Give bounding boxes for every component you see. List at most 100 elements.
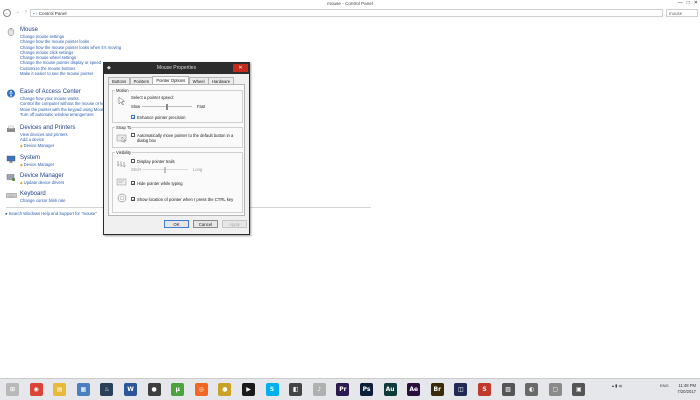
ease-of-access-icon <box>7 89 15 98</box>
cancel-button[interactable]: Cancel <box>193 220 218 228</box>
pointer-speed-thumb[interactable] <box>165 103 169 110</box>
start-icon[interactable]: ⊞ <box>6 383 19 396</box>
pointer-trails-checkbox[interactable] <box>131 159 135 163</box>
section-title[interactable]: Mouse <box>20 27 38 33</box>
ok-button[interactable]: OK <box>164 220 189 228</box>
section-title[interactable]: Devices and Printers <box>20 125 75 131</box>
app6-icon[interactable]: ▧ <box>501 383 515 396</box>
date: 7/20/2017 <box>677 389 696 394</box>
show-location-checkbox[interactable]: ✓ <box>131 197 135 202</box>
section-title[interactable]: System <box>20 155 40 161</box>
mouse-icon <box>7 27 15 36</box>
dialog-title-bar[interactable]: ◆ Mouse Properties <box>104 63 249 74</box>
help-link[interactable]: ● Search Windows Help and Support for "m… <box>5 211 97 216</box>
steam-icon[interactable]: ♨ <box>100 383 114 396</box>
motion-label: Motion <box>115 88 130 93</box>
tray-icons: ▴ ▮ ◂) <box>612 383 622 388</box>
snap-to-group: Snap To Automatically move pointer to th… <box>112 125 243 148</box>
up-button[interactable]: ↑ <box>22 9 30 17</box>
network-icon[interactable]: ▮ <box>615 383 617 388</box>
snap-to-label: Snap To <box>115 125 133 130</box>
short-label: Short <box>131 167 142 172</box>
motion-group: Motion Select a pointer speed: Slow Fast… <box>112 88 243 123</box>
utorrent-icon[interactable]: µ <box>171 383 185 396</box>
app9-icon[interactable]: ▣ <box>572 383 586 396</box>
back-button[interactable]: ← <box>3 9 11 17</box>
link[interactable]: Update device drivers <box>20 180 65 186</box>
app4-icon[interactable]: ◫ <box>454 383 468 396</box>
device-manager-icon <box>6 174 16 182</box>
help-link-label: Search Windows Help and Support for "mou… <box>8 211 97 216</box>
trail-length-slider[interactable] <box>142 166 188 173</box>
control-panel-icon[interactable]: ▦ <box>76 383 90 396</box>
volume-icon[interactable]: ◂) <box>618 383 621 388</box>
slow-label: Slow <box>131 104 141 109</box>
address-row: ← → ↑ ▪ › Control Panel mouse <box>0 8 700 18</box>
show-location-icon <box>117 193 127 203</box>
app2-icon[interactable]: ● <box>218 383 232 396</box>
app-icon[interactable]: ● <box>147 383 161 396</box>
section-title[interactable]: Ease of Access Center <box>20 89 81 95</box>
search-input[interactable]: mouse <box>666 9 698 17</box>
app7-icon[interactable]: ◐ <box>525 383 539 396</box>
section-title[interactable]: Keyboard <box>20 191 46 197</box>
photoshop-icon[interactable]: Ps <box>360 383 373 396</box>
show-location-label: Show location of pointer when I press th… <box>137 197 234 202</box>
word-icon[interactable]: W <box>124 383 137 396</box>
enhance-precision-label: Enhance pointer precision <box>137 115 186 120</box>
hide-pointer-checkbox[interactable]: ✓ <box>131 181 135 186</box>
clock[interactable]: 11:48 PM 7/20/2017 <box>677 383 696 395</box>
link[interactable]: Change cursor blink rate <box>20 198 66 203</box>
app3-icon[interactable]: ◧ <box>289 383 303 396</box>
visibility-group: Visibility Display pointer trails Short … <box>112 150 243 213</box>
hide-pointer-label: Hide pointer while typing <box>137 181 183 186</box>
chevron-up-icon[interactable]: ▴ <box>612 383 614 388</box>
help-icon: ● <box>5 211 8 216</box>
close-window-button[interactable]: ✕ <box>694 0 698 6</box>
trail-length-thumb[interactable] <box>163 166 167 173</box>
section-title[interactable]: Device Manager <box>20 173 64 179</box>
file-explorer-icon[interactable]: ▤ <box>53 383 67 396</box>
premiere-icon[interactable]: Pr <box>336 383 350 396</box>
select-speed-label: Select a pointer speed: <box>131 95 174 100</box>
app5-icon[interactable]: S <box>478 383 491 396</box>
mouse-properties-dialog: ◆ Mouse Properties ✕ Buttons Pointers Po… <box>103 62 250 235</box>
apply-button[interactable]: Apply <box>222 220 247 228</box>
chrome-icon[interactable]: ◉ <box>29 383 43 396</box>
fast-label: Fast <box>197 104 206 109</box>
visibility-label: Visibility <box>115 150 133 155</box>
folder-icon: ▪ › <box>33 11 38 16</box>
dialog-close-button[interactable]: ✕ <box>233 64 248 72</box>
language-indicator[interactable]: ENG <box>660 383 669 388</box>
link[interactable]: Device Manager <box>20 162 55 168</box>
app8-icon[interactable]: ▢ <box>548 383 562 396</box>
forward-button[interactable]: → <box>13 9 21 17</box>
devices-printers-icon <box>7 125 15 132</box>
link[interactable]: Device Manager <box>20 143 68 149</box>
after-effects-icon[interactable]: Ae <box>407 383 421 396</box>
pointer-options-panel: Motion Select a pointer speed: Slow Fast… <box>108 84 245 216</box>
snap-to-checkbox[interactable] <box>131 133 135 137</box>
long-label: Long <box>193 167 203 172</box>
address-path: Control Panel <box>38 11 67 16</box>
origin-icon[interactable]: ◎ <box>194 383 208 396</box>
address-bar[interactable]: ▪ › Control Panel <box>30 9 663 17</box>
window-controls: — □ ✕ <box>678 0 698 6</box>
system-icon <box>6 155 16 163</box>
pointer-speed-icon <box>116 96 126 106</box>
pointer-trails-label: Display pointer trails <box>137 159 175 164</box>
pointer-trails-icon <box>117 161 126 168</box>
title-bar: mouse - Control Panel — □ ✕ <box>0 0 700 7</box>
enhance-precision-checkbox[interactable]: ✓ <box>131 115 135 120</box>
dialog-title: Mouse Properties <box>156 65 197 71</box>
maximize-button[interactable]: □ <box>687 0 690 6</box>
snap-to-text: Automatically move pointer to the defaul… <box>137 133 234 143</box>
skype-icon[interactable]: S <box>265 383 279 396</box>
pointer-speed-slider[interactable] <box>142 103 192 110</box>
minimize-button[interactable]: — <box>678 0 683 6</box>
media-icon[interactable]: ▶ <box>242 383 255 396</box>
itunes-icon[interactable]: ♪ <box>312 383 326 396</box>
bridge-icon[interactable]: Br <box>430 383 444 396</box>
mouse-small-icon: ◆ <box>107 65 111 71</box>
audition-icon[interactable]: Au <box>383 383 397 396</box>
